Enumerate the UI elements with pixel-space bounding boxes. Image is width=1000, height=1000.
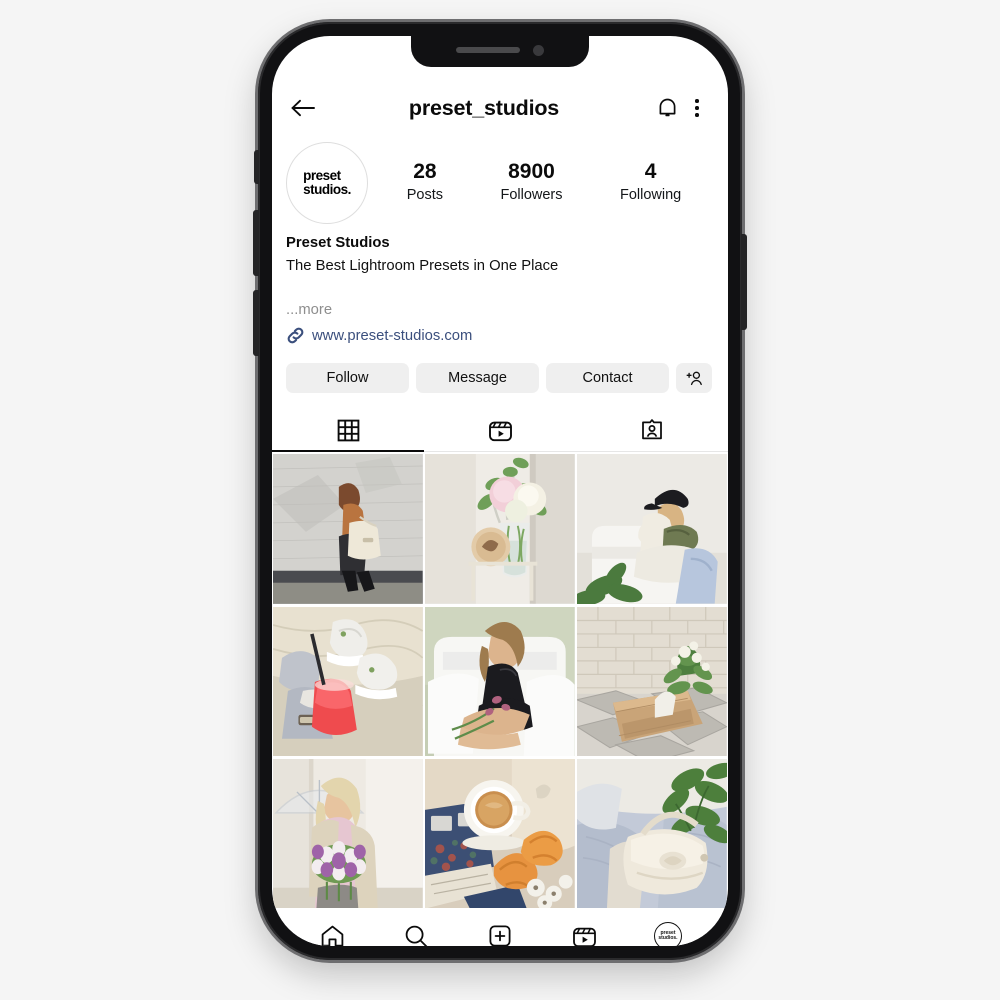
grid-tile[interactable]: [273, 606, 423, 757]
bottom-nav: preset studios.: [272, 908, 728, 946]
nav-search[interactable]: [396, 916, 436, 946]
phone-screen: preset_studios preset studios. 28 Posts: [272, 36, 728, 946]
avatar[interactable]: preset studios.: [286, 142, 368, 224]
nav-reels[interactable]: [564, 916, 604, 946]
stat-posts-value: 28: [413, 159, 437, 183]
link-icon: [286, 326, 305, 345]
profile-bio: Preset Studios The Best Lightroom Preset…: [272, 224, 728, 345]
grid-tile[interactable]: [577, 454, 727, 605]
back-arrow-icon[interactable]: [286, 91, 320, 125]
power-button[interactable]: [741, 234, 747, 330]
front-camera-icon: [533, 44, 544, 56]
stat-posts[interactable]: 28 Posts: [407, 159, 443, 203]
grid-tile[interactable]: [273, 454, 423, 605]
volume-up-button[interactable]: [253, 210, 259, 276]
stat-followers-value: 8900: [508, 159, 555, 183]
stat-followers[interactable]: 8900 Followers: [500, 159, 562, 203]
app-header: preset_studios: [272, 84, 728, 132]
tab-tagged[interactable]: [576, 409, 728, 451]
grid-tile[interactable]: [425, 758, 575, 909]
phone-mockup: preset_studios preset studios. 28 Posts: [253, 22, 747, 960]
message-button[interactable]: Message: [416, 363, 539, 394]
stat-following[interactable]: 4 Following: [620, 159, 681, 203]
bell-icon[interactable]: [652, 93, 682, 123]
action-buttons: Follow Message Contact: [272, 345, 728, 394]
tab-grid[interactable]: [272, 409, 424, 453]
grid-tile[interactable]: [425, 606, 575, 757]
avatar: preset studios.: [654, 922, 682, 946]
nav-add[interactable]: [480, 916, 520, 946]
nav-avatar-logo-text: preset studios.: [658, 930, 678, 942]
bio-display-name: Preset Studios: [286, 235, 390, 251]
grid-tile[interactable]: [273, 758, 423, 909]
page-title: preset_studios: [408, 95, 560, 120]
profile-tabs: [272, 409, 728, 453]
stat-following-value: 4: [644, 159, 657, 183]
bio-website-row[interactable]: www.preset-studios.com: [286, 326, 712, 345]
bio-website-url: www.preset-studios.com: [312, 327, 473, 344]
profile-stats: 28 Posts 8900 Followers 4 Following: [368, 159, 710, 207]
photo-grid: [272, 452, 728, 909]
follow-button[interactable]: Follow: [286, 363, 409, 394]
nav-home[interactable]: [312, 916, 352, 946]
tab-reels[interactable]: [424, 409, 576, 451]
bio-description: The Best Lightroom Presets in One Place: [286, 258, 559, 275]
stat-followers-label: Followers: [500, 187, 563, 204]
grid-tile[interactable]: [577, 606, 727, 757]
nav-profile[interactable]: preset studios.: [648, 916, 688, 946]
menu-dots-icon[interactable]: [682, 93, 712, 123]
phone-notch: [411, 36, 589, 67]
stat-following-label: Following: [619, 187, 682, 204]
grid-tile[interactable]: [425, 454, 575, 605]
speaker-grille-icon: [456, 47, 520, 53]
mute-switch-button[interactable]: [254, 150, 259, 184]
add-person-button[interactable]: [676, 363, 712, 394]
bio-more-link[interactable]: ...more: [286, 302, 712, 318]
contact-button[interactable]: Contact: [546, 363, 669, 394]
grid-tile[interactable]: [577, 758, 727, 909]
profile-summary: preset studios. 28 Posts 8900 Followers …: [272, 132, 728, 224]
avatar-logo-text: preset studios.: [303, 167, 351, 197]
stat-posts-label: Posts: [406, 187, 443, 204]
volume-down-button[interactable]: [253, 290, 259, 356]
